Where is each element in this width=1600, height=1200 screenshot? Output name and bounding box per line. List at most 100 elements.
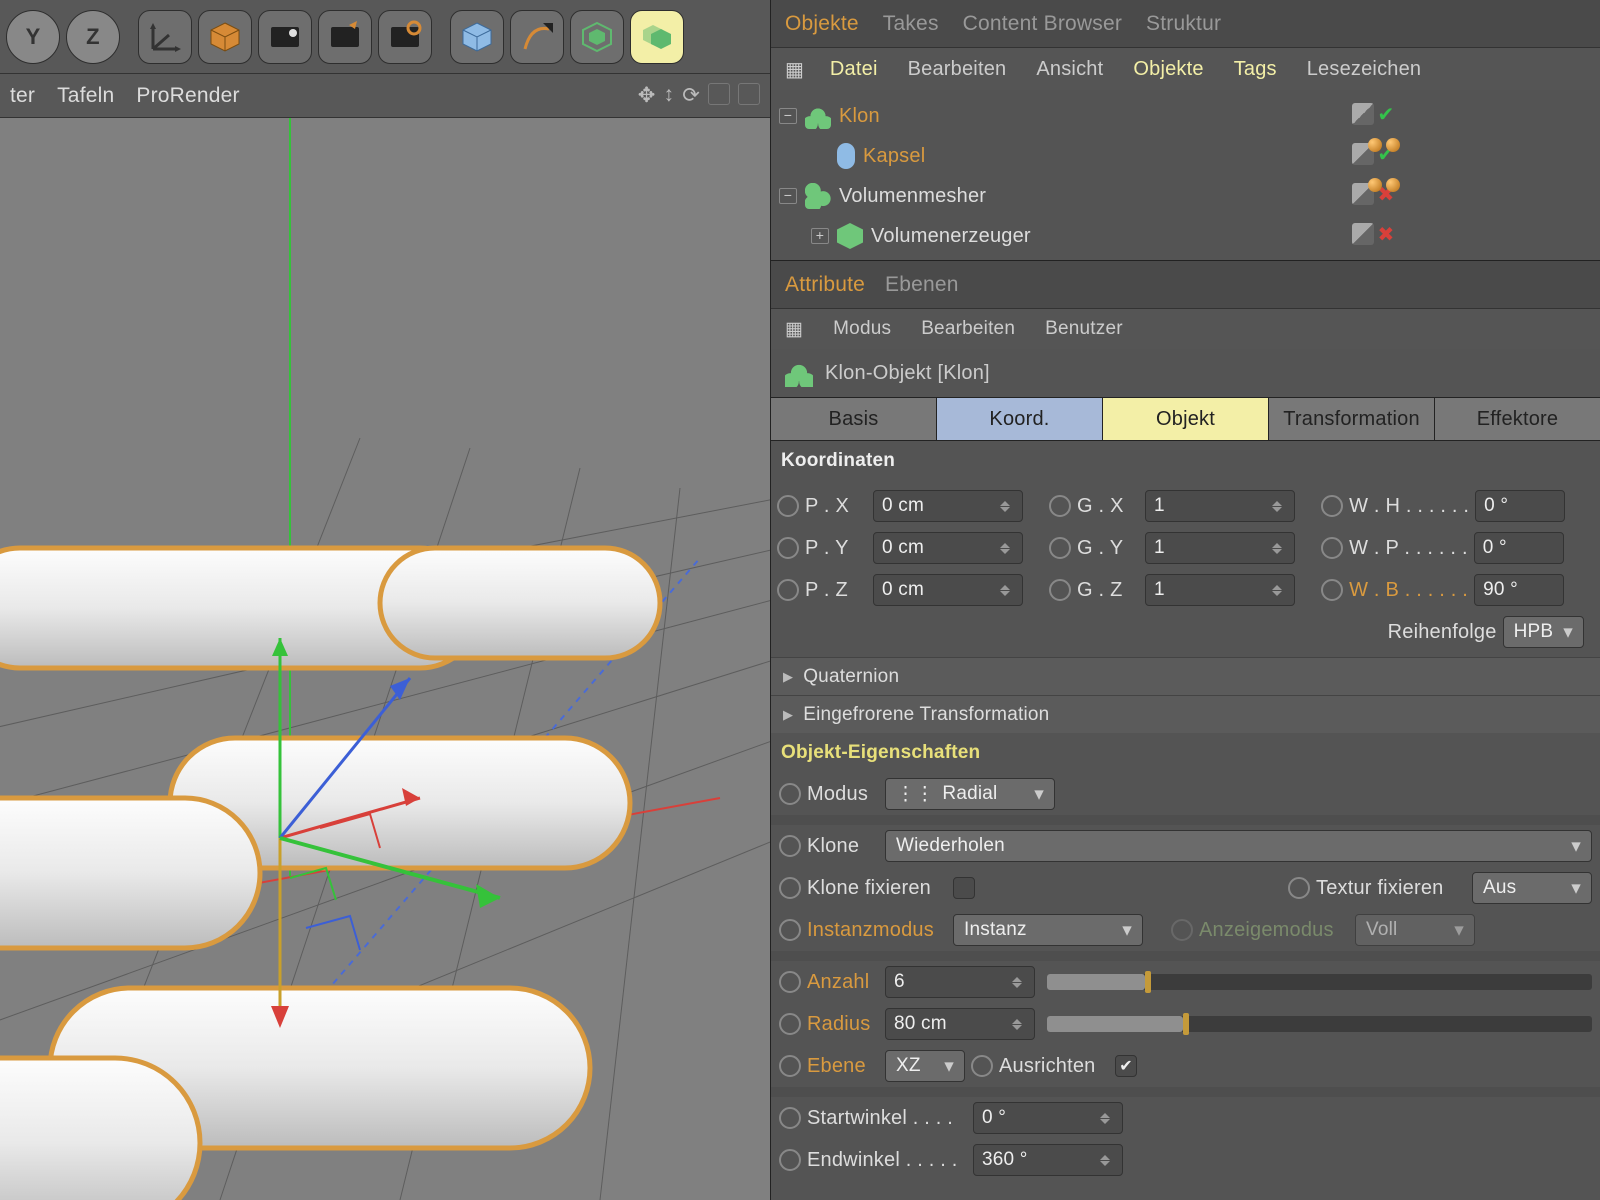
anim-dot[interactable]: [779, 835, 801, 857]
expand-icon[interactable]: +: [811, 228, 829, 244]
anim-dot[interactable]: [777, 579, 799, 601]
input-gx[interactable]: 1: [1145, 490, 1295, 522]
anim-dot[interactable]: [779, 1013, 801, 1035]
tab-takes[interactable]: Takes: [883, 12, 939, 36]
anim-dot[interactable]: [777, 495, 799, 517]
subtab-objekt[interactable]: Objekt: [1103, 398, 1269, 440]
anim-dot[interactable]: [1049, 495, 1071, 517]
tab-content-browser[interactable]: Content Browser: [963, 12, 1122, 36]
om-menu-bearbeiten[interactable]: Bearbeiten: [908, 58, 1007, 81]
anim-dot[interactable]: [779, 877, 801, 899]
input-px[interactable]: 0 cm: [873, 490, 1023, 522]
rotate-icon[interactable]: ⟳: [682, 83, 700, 108]
layout-icon[interactable]: [708, 83, 730, 105]
grid-icon[interactable]: ▦: [785, 318, 803, 341]
anim-dot[interactable]: [779, 783, 801, 805]
om-menu-objekte[interactable]: Objekte: [1133, 58, 1203, 81]
attr-menu-bearbeiten[interactable]: Bearbeiten: [921, 318, 1015, 340]
tree-row-kapsel[interactable]: Kapsel: [779, 136, 1600, 176]
secbar-item-2[interactable]: ProRender: [136, 84, 239, 108]
tree-row-volumenmesher[interactable]: − Volumenmesher: [779, 176, 1600, 216]
anim-dot[interactable]: [779, 919, 801, 941]
input-wh[interactable]: 0 °: [1475, 490, 1565, 522]
render-region-button[interactable]: [318, 10, 372, 64]
tab-struktur[interactable]: Struktur: [1146, 12, 1221, 36]
render-button[interactable]: [258, 10, 312, 64]
anim-dot[interactable]: [1321, 537, 1343, 559]
input-anzahl[interactable]: 6: [885, 966, 1035, 998]
subtab-transformation[interactable]: Transformation: [1269, 398, 1435, 440]
anim-dot[interactable]: [779, 1149, 801, 1171]
right-panel: Objekte Takes Content Browser Struktur ▦…: [770, 0, 1600, 1200]
input-endwinkel[interactable]: 360 °: [973, 1144, 1123, 1176]
axis-z-button[interactable]: Z: [66, 10, 120, 64]
anim-dot[interactable]: [1321, 495, 1343, 517]
om-menu-tags[interactable]: Tags: [1234, 58, 1277, 81]
label-modus: Modus: [807, 783, 879, 806]
tree-row-volumenerzeuger[interactable]: + Volumenerzeuger: [779, 216, 1600, 256]
slider-anzahl[interactable]: [1047, 974, 1592, 990]
input-pz[interactable]: 0 cm: [873, 574, 1023, 606]
checkbox-ausrichten[interactable]: ✔: [1115, 1055, 1137, 1077]
axis-y-button[interactable]: Y: [6, 10, 60, 64]
collapse-quaternion[interactable]: Quaternion: [771, 657, 1600, 695]
tab-attribute[interactable]: Attribute: [785, 273, 865, 297]
primitive-cube-button[interactable]: [450, 10, 504, 64]
input-gz[interactable]: 1: [1145, 574, 1295, 606]
move-icon[interactable]: ✥: [638, 83, 656, 108]
om-menu-ansicht[interactable]: Ansicht: [1036, 58, 1103, 81]
input-startwinkel[interactable]: 0 °: [973, 1102, 1123, 1134]
input-gy[interactable]: 1: [1145, 532, 1295, 564]
input-wb[interactable]: 90 °: [1474, 574, 1564, 606]
dropdown-klone[interactable]: Wiederholen: [885, 830, 1592, 862]
subtab-effektoren[interactable]: Effektore: [1435, 398, 1600, 440]
generator-button[interactable]: [570, 10, 624, 64]
expand-icon[interactable]: −: [779, 108, 797, 124]
anim-dot[interactable]: [1049, 579, 1071, 601]
attr-menu-modus[interactable]: Modus: [833, 318, 891, 340]
dropdown-instanzmodus[interactable]: Instanz: [953, 914, 1143, 946]
anim-dot: [1171, 919, 1193, 941]
mograph-button[interactable]: [630, 10, 684, 64]
tab-ebenen[interactable]: Ebenen: [885, 273, 959, 297]
secbar-item-0[interactable]: ter: [10, 84, 35, 108]
grid-icon[interactable]: ▦: [785, 57, 800, 82]
tree-label: Klon: [839, 105, 880, 128]
anim-dot[interactable]: [779, 1055, 801, 1077]
anim-dot[interactable]: [1049, 537, 1071, 559]
render-settings-button[interactable]: [378, 10, 432, 64]
coord-system-button[interactable]: [138, 10, 192, 64]
attr-menu-benutzer[interactable]: Benutzer: [1045, 318, 1123, 340]
dropdown-modus[interactable]: ⋮⋮Radial: [885, 778, 1055, 810]
expand-icon[interactable]: −: [779, 188, 797, 204]
checkbox-klone-fixieren[interactable]: [953, 877, 975, 899]
anim-dot[interactable]: [1288, 877, 1310, 899]
subtab-basis[interactable]: Basis: [771, 398, 937, 440]
input-wp[interactable]: 0 °: [1474, 532, 1564, 564]
anim-dot[interactable]: [1321, 579, 1343, 601]
subtab-koord[interactable]: Koord.: [937, 398, 1103, 440]
3d-viewport[interactable]: [0, 118, 770, 1200]
slider-radius[interactable]: [1047, 1016, 1592, 1032]
object-tree[interactable]: − Klon Kapsel − Volumenmesher + Volumene…: [771, 90, 1600, 260]
updown-icon[interactable]: ↕: [664, 83, 675, 108]
input-py[interactable]: 0 cm: [873, 532, 1023, 564]
collapse-frozen-transform[interactable]: Eingefrorene Transformation: [771, 695, 1600, 733]
spline-pen-button[interactable]: [510, 10, 564, 64]
tree-row-klon[interactable]: − Klon: [779, 96, 1600, 136]
cube-primitive-button[interactable]: [198, 10, 252, 64]
dropdown-reihenfolge[interactable]: HPB: [1503, 616, 1584, 648]
maximize-icon[interactable]: [738, 83, 760, 105]
anim-dot[interactable]: [779, 971, 801, 993]
anim-dot[interactable]: [779, 1107, 801, 1129]
anim-dot[interactable]: [777, 537, 799, 559]
input-radius[interactable]: 80 cm: [885, 1008, 1035, 1040]
om-menu-datei[interactable]: Datei: [830, 58, 878, 81]
tab-objekte[interactable]: Objekte: [785, 12, 859, 36]
secbar-item-1[interactable]: Tafeln: [57, 84, 114, 108]
anim-dot[interactable]: [971, 1055, 993, 1077]
om-menu-lesezeichen[interactable]: Lesezeichen: [1307, 58, 1422, 81]
dropdown-ebene[interactable]: XZ: [885, 1050, 965, 1082]
label-instanzmodus: Instanzmodus: [807, 919, 947, 942]
dropdown-textur-fixieren[interactable]: Aus: [1472, 872, 1592, 904]
